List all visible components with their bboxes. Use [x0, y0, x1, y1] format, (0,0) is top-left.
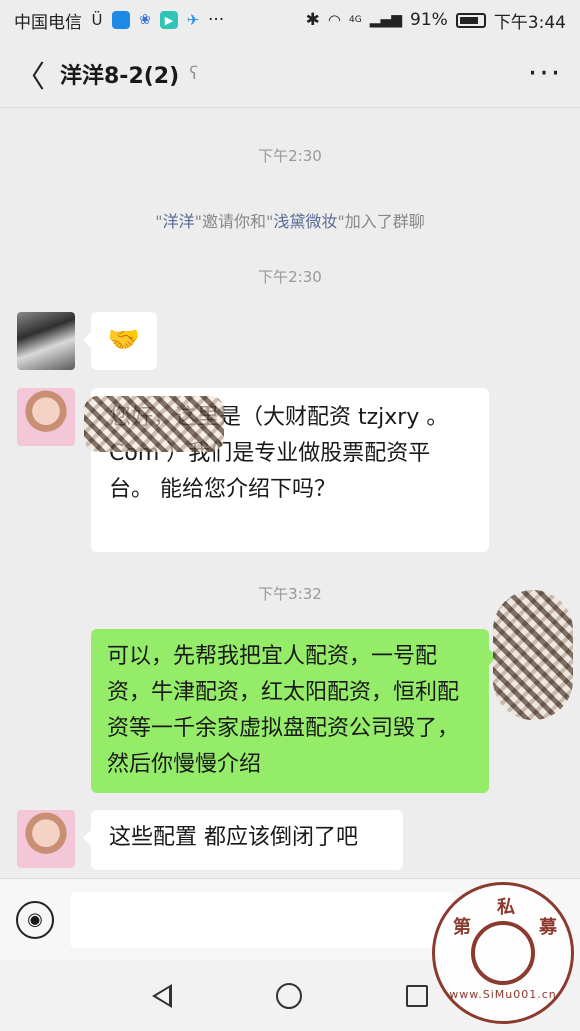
- watermark-char: 第: [453, 917, 471, 938]
- message-text: 可以，先帮我把宜人配资，一号配资，牛津配资，红太阳配资，恒利配资等一千余家虚拟盘…: [107, 644, 460, 777]
- chat-info-button[interactable]: ···: [510, 58, 580, 88]
- mosaic-blur: [84, 396, 224, 452]
- more-notifications-icon: ···: [208, 10, 225, 30]
- home-circle-icon[interactable]: [276, 982, 302, 1009]
- chat-header: 〈 洋洋8-2(2) ʕ ···: [0, 40, 580, 108]
- invitee-name-link[interactable]: 浅黛微妆: [273, 212, 337, 231]
- shield-app-icon: [112, 11, 130, 29]
- battery-percent: 91%: [410, 10, 448, 30]
- bluetooth-icon: ✱: [305, 10, 320, 30]
- message-bubble[interactable]: 这些配置 都应该倒闭了吧: [83, 810, 403, 870]
- status-time: 下午3:44: [493, 12, 566, 33]
- battery-icon: [455, 12, 486, 28]
- watermark-logo-icon: [471, 921, 535, 985]
- voice-icon: ◉: [27, 909, 43, 930]
- message-bubble-outgoing[interactable]: 可以，先帮我把宜人配资，一号配资，牛津配资，红太阳配资，恒利配资等一千余家虚拟盘…: [91, 629, 497, 793]
- signal-icon: ▂▄▆: [369, 12, 403, 28]
- ear-mute-icon: ʕ: [189, 63, 199, 84]
- avatar[interactable]: [17, 388, 75, 446]
- mosaic-blur-avatar: [493, 590, 573, 720]
- video-app-icon: ▶: [160, 11, 178, 29]
- watermark-stamp: 第 私 募 www.SiMu001.cn: [432, 882, 574, 1024]
- timestamp: 下午3:32: [258, 585, 322, 603]
- send-app-icon: ✈: [186, 11, 200, 29]
- recents-square-icon[interactable]: [406, 984, 428, 1007]
- quote: ": [337, 212, 345, 231]
- chevron-left-icon: 〈: [15, 59, 45, 95]
- chat-title: 洋洋8-2(2): [60, 63, 180, 89]
- avatar[interactable]: [17, 312, 75, 370]
- timestamp: 下午2:30: [258, 268, 322, 286]
- inviter-name-link[interactable]: 洋洋: [163, 212, 195, 231]
- quote: ": [155, 212, 163, 231]
- system-text: 邀请你和: [201, 212, 266, 231]
- timestamp: 下午2:30: [258, 147, 322, 165]
- back-button[interactable]: 〈: [0, 40, 60, 108]
- status-bar: 中国电信 Ü ❀ ▶ ✈ ··· ✱ ◠ 4G ▂▄▆ 91% 下午3:44: [0, 0, 580, 40]
- wifi-icon: ◠: [327, 11, 341, 29]
- paw-app-icon: ❀: [139, 12, 151, 28]
- voice-input-button[interactable]: ◉: [16, 900, 54, 939]
- watermark-site: www.SiMu001.cn: [449, 988, 557, 1001]
- app-notification-icon: Ü: [91, 11, 103, 29]
- avatar[interactable]: [17, 810, 75, 868]
- system-message: "洋洋"邀请你和"浅黛微妆"加入了群聊: [0, 208, 580, 232]
- carrier-label: 中国电信: [14, 12, 82, 33]
- watermark-char: 私: [497, 897, 515, 918]
- message-bubble-emoji[interactable]: 🤝: [83, 312, 157, 370]
- more-icon: ···: [527, 55, 563, 91]
- network-type-label: 4G: [349, 15, 362, 25]
- watermark-char: 募: [539, 917, 557, 938]
- message-text: 这些配置 都应该倒闭了吧: [109, 825, 358, 850]
- quote: ": [194, 212, 202, 231]
- message-input[interactable]: [70, 891, 454, 948]
- system-text: 加入了群聊: [344, 212, 425, 231]
- handshake-icon: 🤝: [107, 325, 141, 355]
- back-triangle-icon[interactable]: [152, 983, 172, 1008]
